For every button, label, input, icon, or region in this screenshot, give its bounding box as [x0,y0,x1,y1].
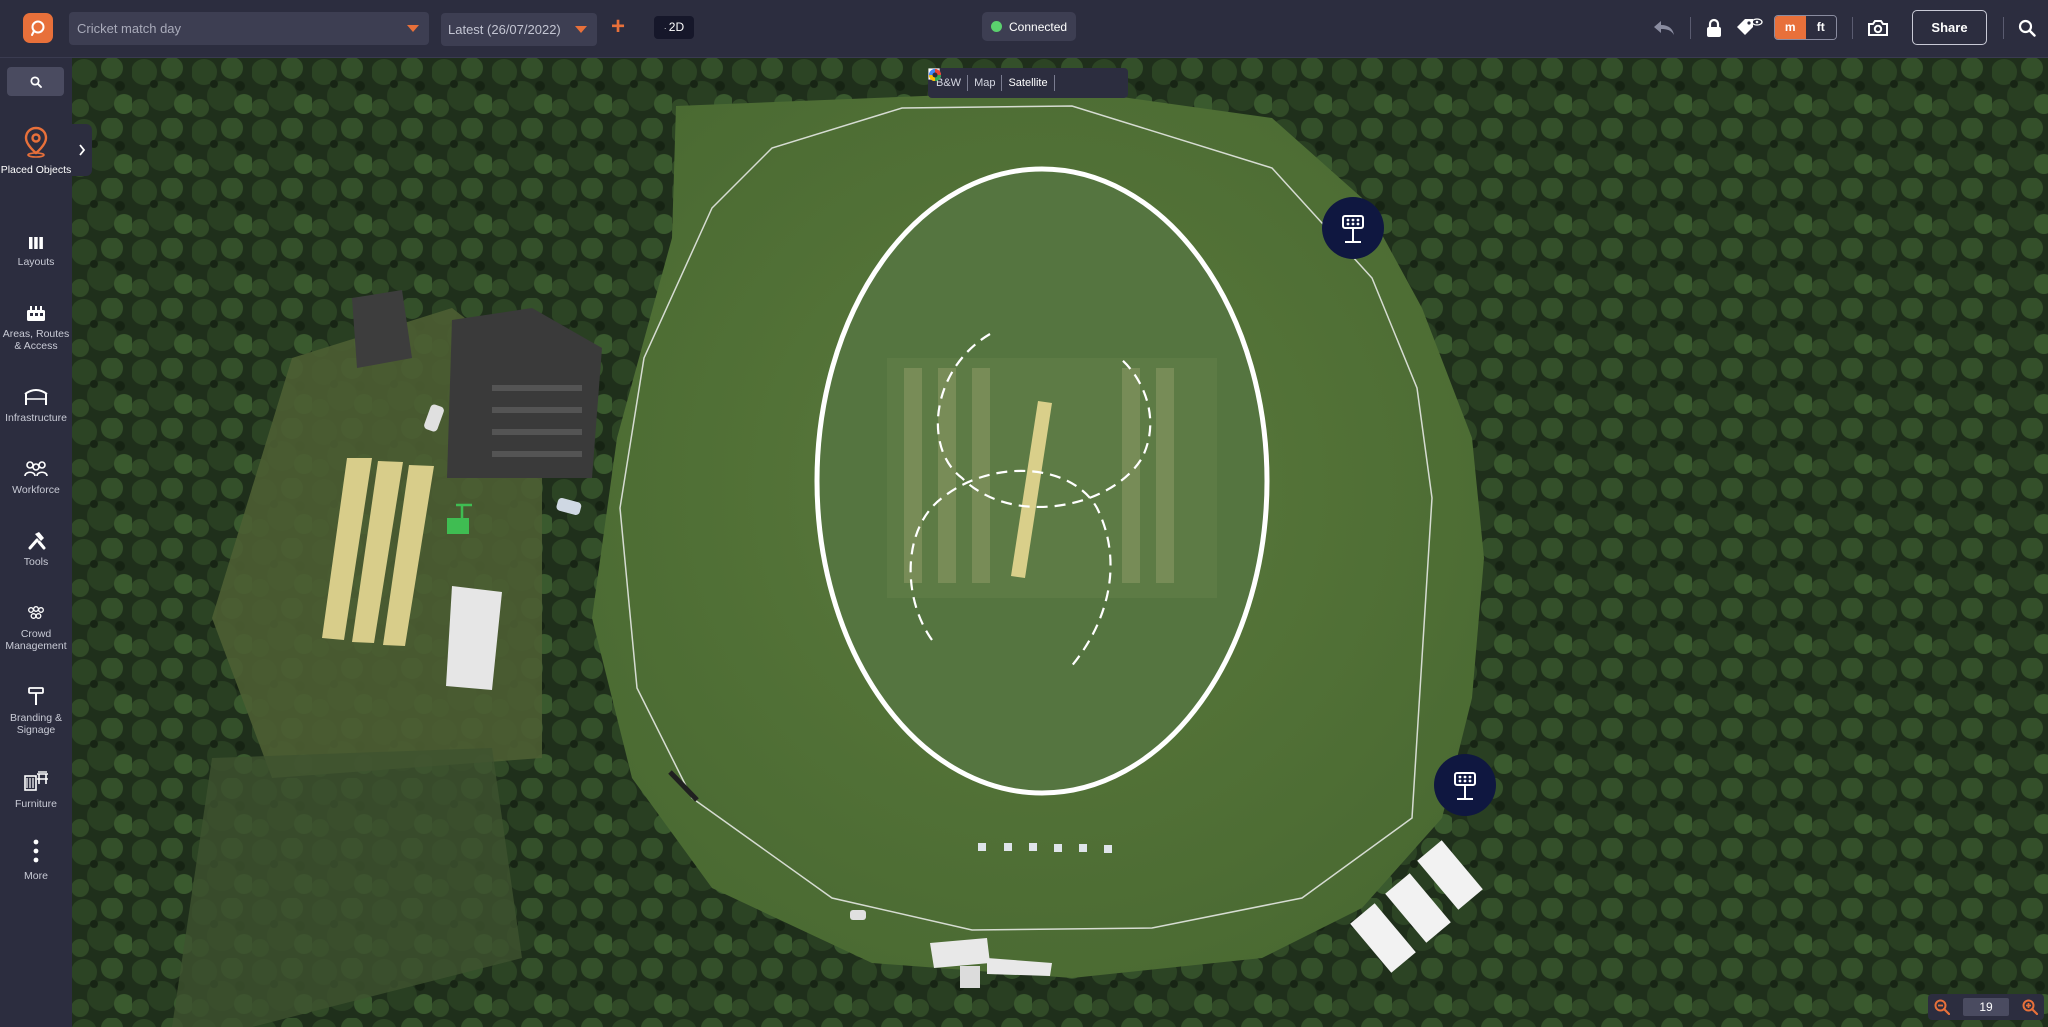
sidebar-item-label: Areas, Routes & Access [2,328,70,352]
roller [850,910,866,920]
map-layer-switch: B&W Map Satellite [928,68,1128,98]
signage-icon [28,687,44,705]
layouts-icon [29,237,43,249]
project-name: Cricket match day [77,21,182,36]
sidebar-item-more[interactable]: More [0,836,72,882]
floodlight-bottom[interactable] [1434,754,1496,816]
sidebar-item-label: Tools [23,556,49,568]
camera-icon [1868,20,1888,36]
floodlight-top[interactable] [1322,197,1384,259]
screenshot-button[interactable] [1864,14,1892,42]
sidebar-item-placed-objects[interactable]: Placed Objects [0,126,72,176]
sidebar-item-tools[interactable]: Tools [0,522,72,568]
map-pin-icon [24,126,48,158]
sidebar-item-label: More [24,870,48,882]
app-logo[interactable] [23,13,53,43]
layer-divider [967,75,969,91]
layer-map[interactable]: Map [974,77,995,89]
zoom-out-icon[interactable] [1934,999,1950,1015]
small-building [352,290,412,368]
layer-satellite[interactable]: Satellite [1008,77,1047,89]
google-icon [929,69,941,81]
chevron-down-icon [407,25,419,32]
view-mode-label: 2D [668,20,685,34]
unit-toggle[interactable]: m ft [1774,15,1837,40]
sidebar-item-workforce[interactable]: Workforce [0,450,72,496]
sidebar-item-layouts[interactable]: Layouts [0,222,72,268]
sidebar-item-infrastructure[interactable]: Infrastructure [0,378,72,424]
tools-icon [28,532,46,550]
connection-status: Connected [982,12,1076,41]
label-visibility-button[interactable] [1734,14,1764,42]
chevron-down-icon [575,26,587,33]
sidebar-item-label: Workforce [12,484,60,496]
undo-icon [1654,21,1674,35]
sidebar-item-areas[interactable]: Areas, Routes & Access [0,294,72,352]
chevron-right-icon [79,144,86,156]
areas-icon [27,306,45,321]
unit-imperial[interactable]: ft [1805,16,1836,39]
crowd-icon [28,606,44,619]
placed-object-green[interactable] [447,518,469,534]
toolbar-divider [2003,17,2004,39]
lock-button[interactable] [1702,14,1726,42]
satellite-map[interactable] [72,58,2048,1027]
lock-icon [1707,18,1721,37]
undo-button[interactable] [1650,14,1678,42]
zoom-in-icon[interactable] [2022,999,2038,1015]
map-canvas[interactable]: B&W Map Satellite [72,58,2048,1027]
furniture-icon [24,771,48,791]
zoom-level: 19 [1963,998,2009,1016]
workforce-icon [24,461,48,477]
sidebar: Placed Objects Layouts Areas, Routes & A… [0,58,72,1027]
sidebar-item-furniture[interactable]: Furniture [0,764,72,810]
sidebar-item-crowd[interactable]: Crowd Management [0,594,72,652]
scorer-hut-annex [960,966,980,988]
layer-divider [1053,75,1055,91]
share-button[interactable]: Share [1912,10,1987,45]
version-select[interactable]: Latest (26/07/2022) [441,13,597,46]
zoom-control: 19 [1928,994,2044,1020]
top-bar: Cricket match day Latest (26/07/2022) + … [0,0,2048,58]
add-version-button[interactable]: + [609,15,627,39]
search-icon [29,75,42,88]
toolbar-divider [1852,17,1853,39]
view-mode-toggle[interactable]: · 2D [654,16,694,39]
sidebar-item-label: Furniture [14,798,57,810]
search-icon [2018,19,2036,37]
layer-divider [1001,75,1003,91]
sidebar-item-label: Branding & Signage [10,712,62,736]
project-select[interactable]: Cricket match day [69,12,429,45]
sidebar-search-button[interactable] [7,67,64,96]
sidebar-item-label: Crowd Management [5,628,67,652]
logo-icon [31,20,45,36]
infrastructure-icon [24,389,48,405]
unit-metric[interactable]: m [1775,16,1806,39]
more-icon [33,839,39,863]
toolbar-divider [1690,17,1691,39]
version-label: Latest (26/07/2022) [448,22,561,37]
sidebar-item-label: Placed Objects [0,164,72,176]
sidebar-item-signage[interactable]: Branding & Signage [0,678,72,736]
sidebar-item-label: Layouts [17,256,55,268]
scorer-hut [930,938,990,968]
sidebar-item-label: Infrastructure [5,412,67,424]
tag-eye-icon [1737,18,1763,35]
status-dot [991,21,1002,32]
search-button[interactable] [2014,14,2040,42]
connection-label: Connected [1009,19,1068,34]
sidebar-expand-button[interactable] [72,124,92,176]
